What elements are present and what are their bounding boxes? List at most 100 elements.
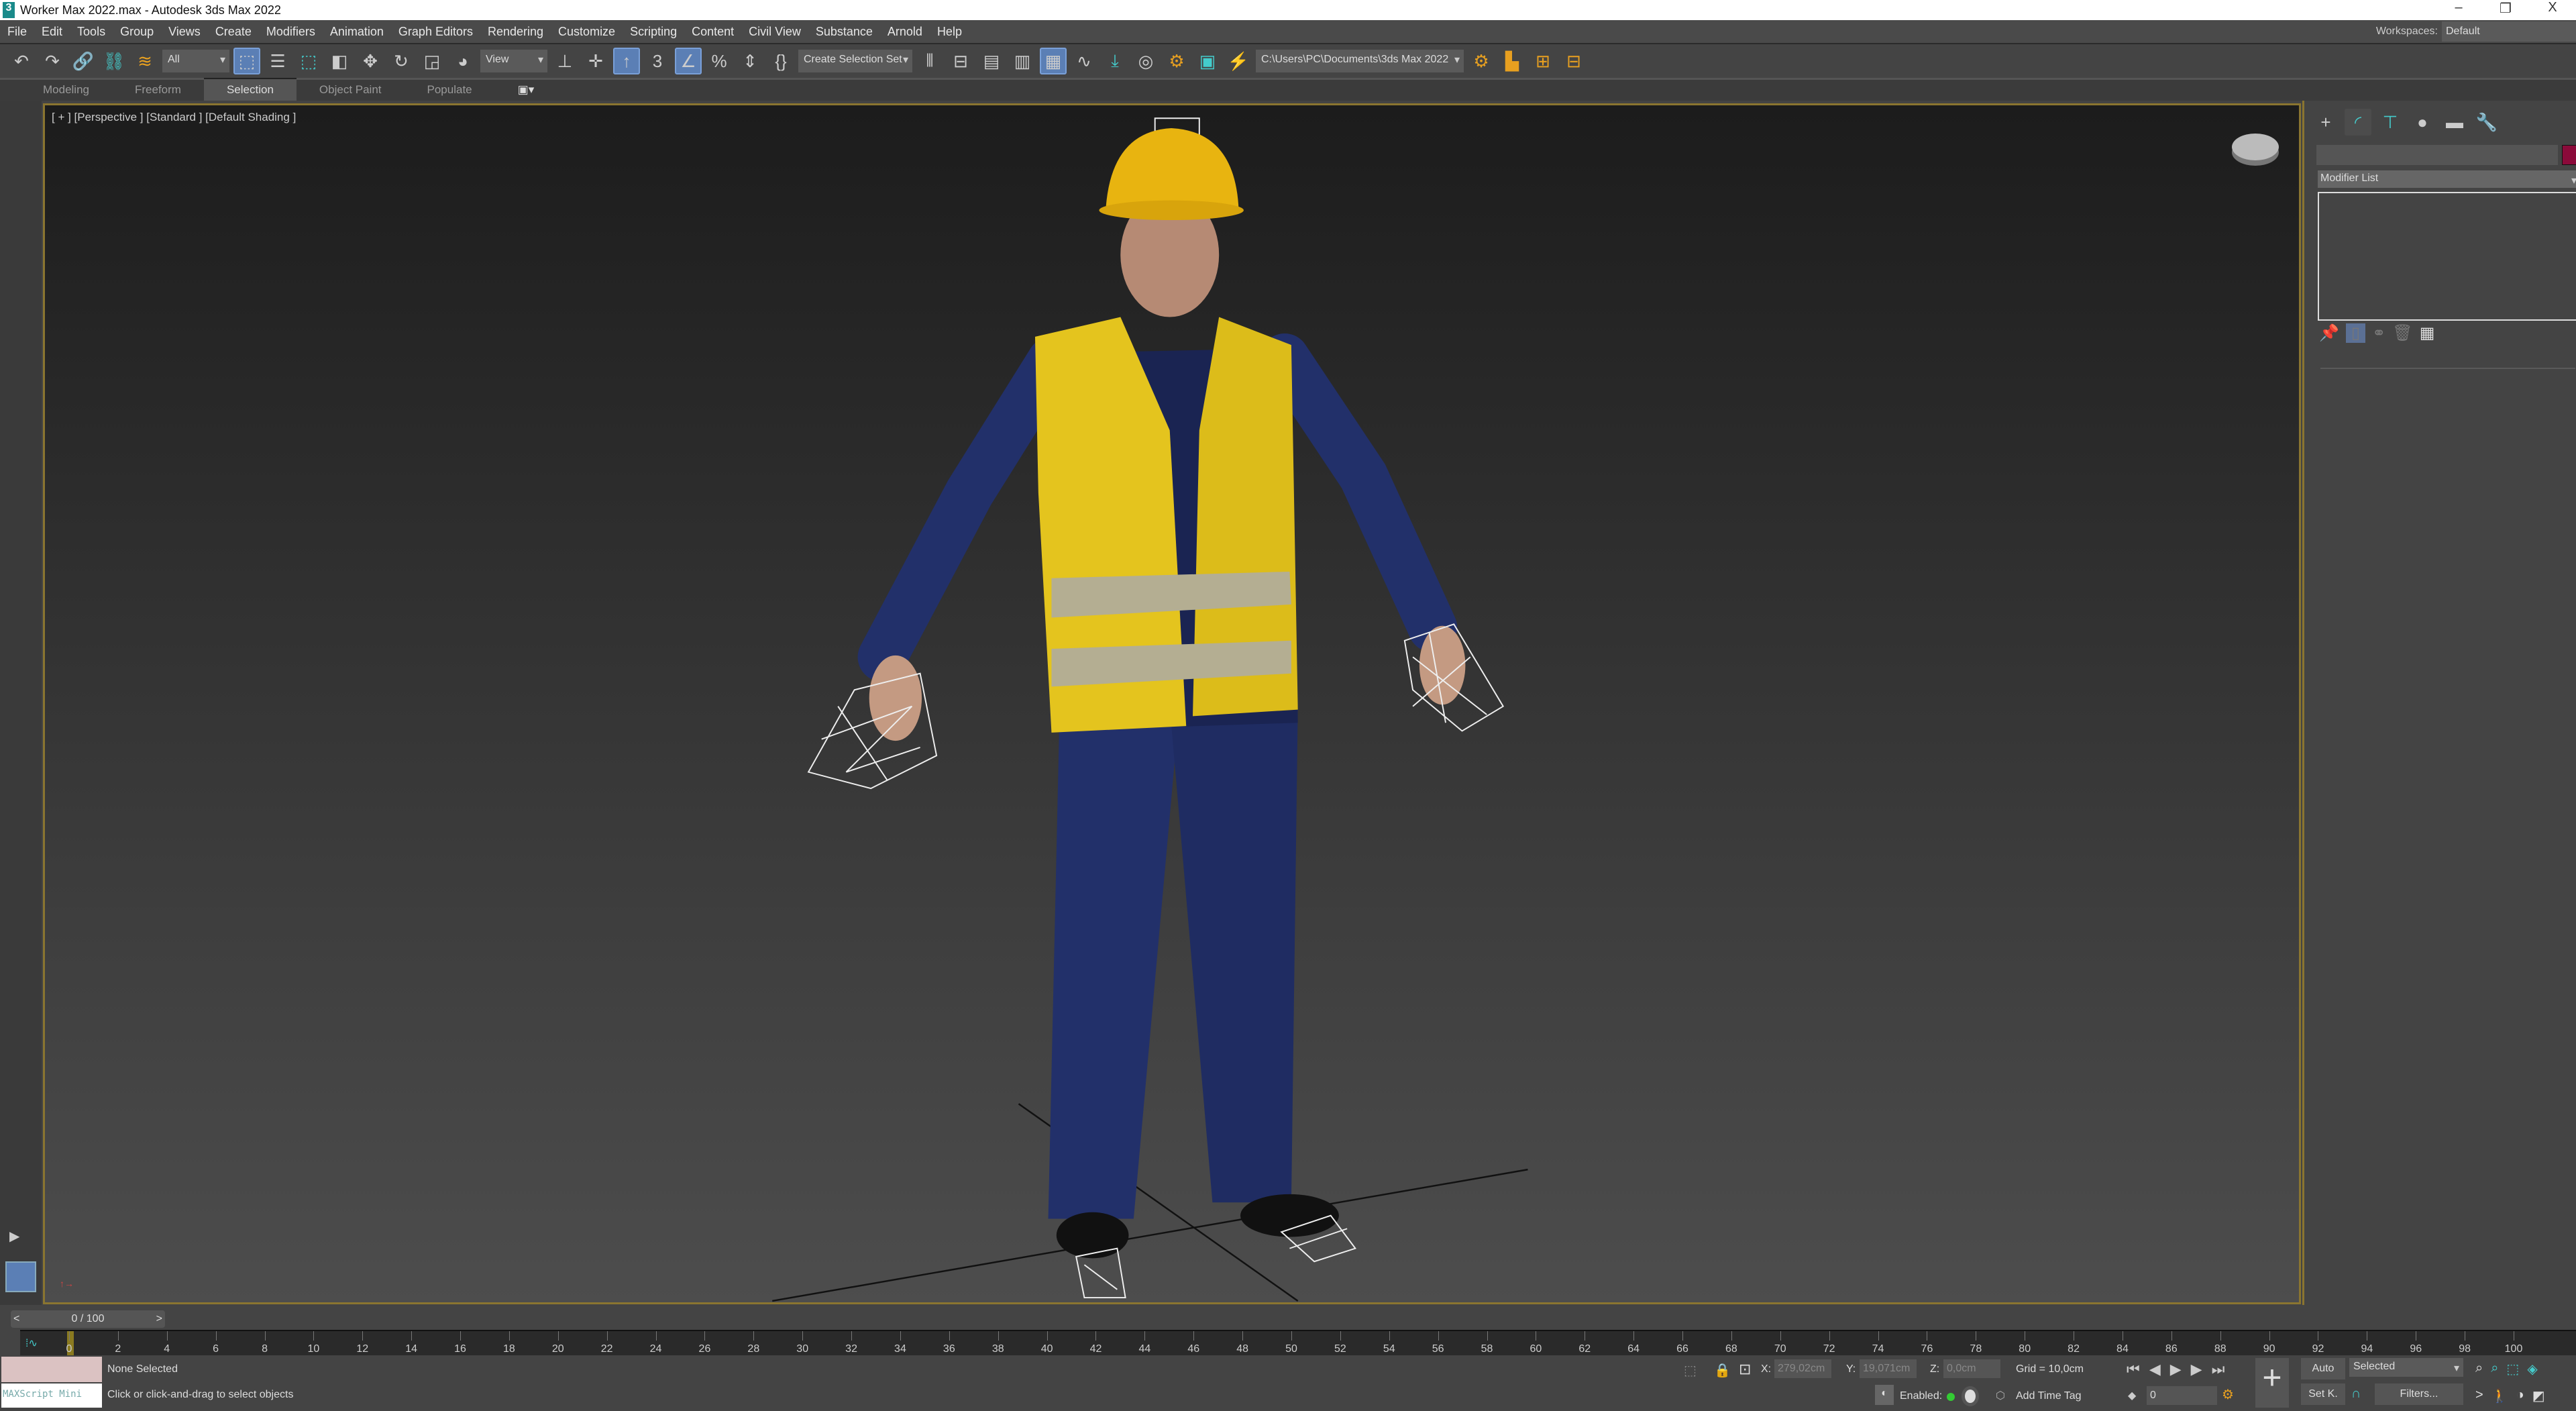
- move-icon[interactable]: ✥: [357, 48, 384, 74]
- mirror-icon[interactable]: ⫴: [916, 48, 943, 74]
- selection-lock-icon[interactable]: 🔒: [1714, 1362, 1731, 1379]
- select-manipulate-icon[interactable]: ✛: [582, 48, 609, 74]
- time-slider-next[interactable]: >: [156, 1313, 162, 1325]
- toggle-layer-explorer-icon[interactable]: ▥: [1009, 48, 1036, 74]
- render-setup-icon[interactable]: ⚙: [1163, 48, 1190, 74]
- next-frame-icon[interactable]: ▶: [2191, 1361, 2202, 1378]
- minimize-button[interactable]: –: [2435, 0, 2482, 17]
- menu-edit[interactable]: Edit: [34, 25, 70, 39]
- named-selection-set-dropdown[interactable]: Create Selection Set: [798, 50, 912, 72]
- menu-substance[interactable]: Substance: [808, 25, 880, 39]
- placement-icon[interactable]: ◕: [449, 48, 476, 74]
- set-key-button[interactable]: Set K.: [2301, 1383, 2345, 1405]
- field-of-view-icon[interactable]: >: [2475, 1388, 2483, 1404]
- restore-button[interactable]: ❐: [2482, 0, 2529, 17]
- rotate-icon[interactable]: ↻: [388, 48, 415, 74]
- modify-tab-icon[interactable]: ◜: [2345, 109, 2371, 136]
- auto-key-button[interactable]: Auto: [2301, 1358, 2345, 1379]
- ribbon-options-icon[interactable]: ▣▾: [495, 79, 557, 101]
- menu-graph-editors[interactable]: Graph Editors: [391, 25, 480, 39]
- menu-content[interactable]: Content: [684, 25, 741, 39]
- project-tree-icon[interactable]: ⊟: [1560, 48, 1587, 74]
- motion-tab-icon[interactable]: ●: [2409, 109, 2436, 136]
- x-coordinate-field[interactable]: 279,02cm: [1774, 1359, 1831, 1378]
- menu-arnold[interactable]: Arnold: [880, 25, 930, 39]
- link-icon[interactable]: 🔗: [70, 48, 97, 74]
- project-folder-dropdown[interactable]: C:\Users\PC\Documents\3ds Max 2022: [1256, 50, 1464, 72]
- perspective-viewport[interactable]: [ + ] [Perspective ] [Standard ] [Defaul…: [43, 103, 2301, 1304]
- schematic-view-icon[interactable]: ⤓: [1102, 48, 1128, 74]
- go-to-end-icon[interactable]: ⏭: [2212, 1361, 2225, 1378]
- tab-modeling[interactable]: Modeling: [20, 79, 112, 101]
- make-unique-icon[interactable]: ⚭: [2372, 323, 2385, 343]
- time-slider-prev[interactable]: <: [13, 1313, 19, 1325]
- angle-snap-icon[interactable]: ∠: [675, 48, 702, 74]
- tab-object-paint[interactable]: Object Paint: [297, 79, 405, 101]
- expand-layouts-icon[interactable]: ▶: [9, 1228, 19, 1245]
- play-icon[interactable]: ▶: [2170, 1361, 2182, 1378]
- zoom-extents-icon[interactable]: ⬚: [2506, 1361, 2519, 1377]
- select-object-icon[interactable]: ⬚: [233, 48, 260, 74]
- configure-modifier-sets-icon[interactable]: ▦: [2420, 323, 2435, 343]
- menu-help[interactable]: Help: [930, 25, 969, 39]
- workspaces-dropdown[interactable]: Default: [2442, 21, 2576, 42]
- orbit-icon[interactable]: ◑: [2516, 1388, 2524, 1404]
- scale-icon[interactable]: ◲: [419, 48, 445, 74]
- go-to-start-icon[interactable]: ⏮: [2127, 1361, 2140, 1378]
- menu-scripting[interactable]: Scripting: [623, 25, 684, 39]
- menu-views[interactable]: Views: [161, 25, 208, 39]
- redo-icon[interactable]: ↷: [39, 48, 66, 74]
- zoom-extents-all-icon[interactable]: ◈: [2527, 1361, 2537, 1377]
- menu-file[interactable]: File: [0, 25, 34, 39]
- project-structure-icon[interactable]: ⊞: [1529, 48, 1556, 74]
- reference-coordinate-dropdown[interactable]: View: [480, 50, 547, 72]
- time-slider[interactable]: < 0 / 100 >: [11, 1310, 165, 1328]
- menu-create[interactable]: Create: [208, 25, 259, 39]
- key-filter-dropdown[interactable]: Selected: [2349, 1358, 2463, 1377]
- remove-modifier-icon[interactable]: 🗑: [2392, 323, 2412, 343]
- y-coordinate-field[interactable]: 19,071cm: [1860, 1359, 1917, 1378]
- curve-editor-mini-icon[interactable]: ⁞∿: [25, 1337, 38, 1350]
- rect-selection-icon[interactable]: ⬚: [295, 48, 322, 74]
- filters-button[interactable]: Filters...: [2375, 1383, 2463, 1405]
- key-mode-icon[interactable]: ◆: [2128, 1389, 2136, 1402]
- maximize-viewport-icon[interactable]: ◩: [2532, 1388, 2545, 1404]
- viewport-layout-button[interactable]: [5, 1261, 36, 1292]
- create-tab-icon[interactable]: +: [2312, 109, 2339, 136]
- bind-space-warp-icon[interactable]: ≋: [131, 48, 158, 74]
- open-project-icon[interactable]: ▙: [1499, 48, 1525, 74]
- timeline-track[interactable]: ⁞∿ 0 2 4 6 8 10 12 14 16 18 20 22 24 26 28 30 32 34 36 38 40…: [20, 1330, 2576, 1355]
- zoom-icon[interactable]: ⌕: [2475, 1361, 2483, 1377]
- show-end-result-icon[interactable]: ▯: [2345, 323, 2366, 343]
- z-coordinate-field[interactable]: 0,0cm: [1943, 1359, 2000, 1378]
- previous-frame-icon[interactable]: ◀: [2149, 1361, 2161, 1378]
- spinner-snap-icon[interactable]: ⇕: [737, 48, 763, 74]
- object-name-field[interactable]: [2316, 145, 2558, 165]
- menu-customize[interactable]: Customize: [551, 25, 623, 39]
- pin-stack-icon[interactable]: 📌: [2319, 323, 2339, 343]
- percent-snap-icon[interactable]: %: [706, 48, 733, 74]
- key-tangent-icon[interactable]: ∩: [2351, 1386, 2361, 1402]
- menu-modifiers[interactable]: Modifiers: [259, 25, 323, 39]
- time-configuration-icon[interactable]: ⚙: [2222, 1386, 2234, 1403]
- adaptive-degradation-icon[interactable]: ◐: [1875, 1385, 1894, 1405]
- rendered-frame-window-icon[interactable]: ▣: [1194, 48, 1221, 74]
- snaps-toggle-icon[interactable]: 3: [644, 48, 671, 74]
- absolute-mode-icon[interactable]: ⊡: [1739, 1361, 1751, 1378]
- toggle-scene-explorer-icon[interactable]: ▤: [978, 48, 1005, 74]
- maxscript-mini-listener[interactable]: MAXScript Mini: [1, 1383, 102, 1408]
- current-frame-field[interactable]: 0: [2147, 1386, 2217, 1405]
- project-settings-icon[interactable]: ⚙: [1468, 48, 1495, 74]
- menu-rendering[interactable]: Rendering: [480, 25, 551, 39]
- viewport-label[interactable]: [ + ] [Perspective ] [Standard ] [Defaul…: [52, 111, 296, 124]
- isolate-selection-icon[interactable]: ⬚: [1684, 1362, 1697, 1379]
- menu-tools[interactable]: Tools: [70, 25, 113, 39]
- toggle-ribbon-icon[interactable]: ▦: [1040, 48, 1067, 74]
- listener-pane[interactable]: [1, 1357, 102, 1382]
- zoom-all-icon[interactable]: ⌕: [2491, 1361, 2498, 1377]
- unlink-icon[interactable]: ⛓: [101, 48, 127, 74]
- material-editor-icon[interactable]: ◎: [1132, 48, 1159, 74]
- window-crossing-icon[interactable]: ◧: [326, 48, 353, 74]
- select-by-name-icon[interactable]: ☰: [264, 48, 291, 74]
- object-color-swatch[interactable]: [2562, 145, 2576, 165]
